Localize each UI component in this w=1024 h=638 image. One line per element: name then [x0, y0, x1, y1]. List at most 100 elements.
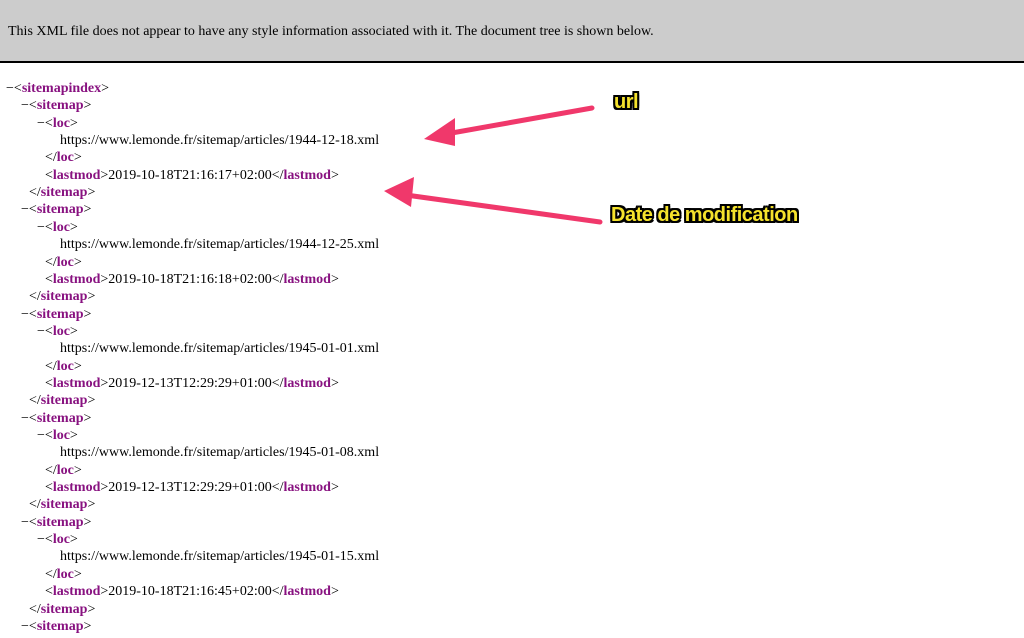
lastmod-end-tag-name: lastmod	[283, 271, 331, 287]
loc-open-bracket: </	[45, 150, 57, 166]
date-arrow	[384, 177, 603, 225]
loc-url-text: https://www.lemonde.fr/sitemap/articles/…	[60, 549, 380, 565]
lastmod-tag-name: lastmod	[52, 584, 101, 600]
lastmod-end-tag-name: lastmod	[283, 375, 331, 391]
sitemap-collapse-toggle[interactable]: −	[21, 307, 29, 322]
sitemap-tag-name: sitemap	[36, 202, 84, 218]
loc-collapse-toggle[interactable]: −	[37, 532, 45, 547]
loc-tag-name: loc	[52, 115, 70, 131]
root-close-bracket: >	[101, 81, 110, 96]
loc-open-line: −<loc>	[37, 115, 78, 132]
loc-url-text: https://www.lemonde.fr/sitemap/articles/…	[60, 133, 380, 149]
lastmod-end-open-bracket: </	[271, 271, 284, 287]
sitemap-tag-name: sitemap	[40, 289, 88, 305]
root-open-bracket: <	[13, 81, 22, 96]
lastmod-open-bracket: <	[45, 167, 53, 183]
loc-value-line: https://www.lemonde.fr/sitemap/articles/…	[60, 340, 379, 357]
sitemap-collapse-toggle[interactable]: −	[21, 515, 29, 530]
loc-close-bracket: >	[73, 150, 82, 166]
lastmod-line: <lastmod>2019-10-18T21:16:18+02:00</last…	[45, 271, 339, 288]
sitemap-close-bracket: >	[83, 514, 92, 530]
loc-open-bracket: <	[44, 115, 53, 131]
sitemap-open-bracket: <	[28, 618, 37, 634]
url-arrow	[424, 105, 595, 146]
url-annotation-label: url	[614, 91, 639, 113]
loc-open-line: −<loc>	[37, 427, 78, 444]
lastmod-end-tag-name: lastmod	[283, 167, 331, 183]
loc-url-text: https://www.lemonde.fr/sitemap/articles/…	[60, 445, 380, 461]
sitemap-open-bracket: <	[28, 306, 37, 322]
loc-collapse-toggle[interactable]: −	[37, 116, 45, 131]
sitemap-close-bracket: >	[83, 306, 92, 322]
sitemap-open-line: −<sitemap>	[21, 410, 91, 427]
sitemap-close-bracket: >	[83, 410, 92, 426]
sitemap-collapse-toggle[interactable]: −	[21, 411, 29, 426]
lastmod-end-open-bracket: </	[271, 375, 284, 391]
sitemap-tag-name: sitemap	[36, 98, 84, 114]
loc-open-bracket: </	[45, 566, 57, 582]
lastmod-end-tag-name: lastmod	[283, 480, 331, 496]
loc-close-line: </loc>	[45, 358, 82, 375]
sitemap-close-line: </sitemap>	[29, 496, 95, 513]
root-collapse-toggle[interactable]: −	[6, 81, 14, 96]
loc-value-line: https://www.lemonde.fr/sitemap/articles/…	[60, 444, 379, 461]
loc-tag-name: loc	[56, 358, 74, 374]
lastmod-end-open-bracket: </	[271, 480, 284, 496]
sitemap-close-bracket: >	[83, 98, 92, 114]
sitemap-collapse-toggle[interactable]: −	[21, 202, 29, 217]
lastmod-line: <lastmod>2019-12-13T12:29:29+01:00</last…	[45, 375, 339, 392]
xml-info-bar: This XML file does not appear to have an…	[0, 0, 1024, 63]
sitemap-collapse-toggle[interactable]: −	[21, 619, 29, 634]
loc-close-bracket: >	[73, 462, 82, 478]
lastmod-value-text: 2019-10-18T21:16:17+02:00	[108, 167, 272, 183]
loc-tag-name: loc	[56, 150, 74, 166]
lastmod-end-tag-name: lastmod	[283, 584, 331, 600]
loc-open-bracket: <	[44, 428, 53, 443]
xml-info-message: This XML file does not appear to have an…	[8, 24, 654, 39]
sitemap-close-line: </sitemap>	[29, 184, 95, 201]
lastmod-end-open-bracket: </	[271, 167, 284, 183]
lastmod-value-text: 2019-12-13T12:29:29+01:00	[108, 480, 272, 496]
sitemap-close-bracket: >	[83, 202, 92, 218]
loc-tag-name: loc	[52, 219, 70, 235]
loc-tag-name: loc	[56, 566, 74, 582]
sitemap-open-line: −<sitemap>	[21, 97, 91, 114]
sitemap-tag-name: sitemap	[40, 497, 88, 513]
lastmod-line: <lastmod>2019-12-13T12:29:29+01:00</last…	[45, 479, 339, 496]
loc-open-line: −<loc>	[37, 323, 78, 340]
sitemap-tag-name: sitemap	[40, 185, 88, 201]
loc-open-bracket: </	[45, 254, 57, 270]
loc-collapse-toggle[interactable]: −	[37, 324, 45, 339]
loc-tag-name: loc	[52, 323, 70, 339]
lastmod-value-text: 2019-10-18T21:16:18+02:00	[108, 271, 272, 287]
loc-collapse-toggle[interactable]: −	[37, 220, 45, 235]
loc-tag-name: loc	[52, 532, 70, 548]
sitemap-open-bracket: <	[28, 514, 37, 530]
lastmod-end-close-bracket: >	[330, 167, 339, 183]
sitemap-close-bracket: >	[87, 601, 96, 617]
lastmod-open-bracket: <	[45, 584, 53, 600]
sitemap-open-bracket: </	[29, 393, 41, 409]
loc-close-bracket: >	[69, 219, 78, 235]
sitemap-close-line: </sitemap>	[29, 601, 95, 618]
loc-open-line: −<loc>	[37, 219, 78, 236]
lastmod-end-open-bracket: </	[271, 584, 284, 600]
sitemap-close-line: </sitemap>	[29, 392, 95, 409]
lastmod-tag-name: lastmod	[52, 480, 101, 496]
loc-value-line: https://www.lemonde.fr/sitemap/articles/…	[60, 132, 379, 149]
lastmod-tag-name: lastmod	[52, 375, 101, 391]
sitemap-tag-name: sitemap	[36, 410, 84, 426]
loc-open-bracket: <	[44, 323, 53, 339]
sitemap-open-bracket: </	[29, 185, 41, 201]
sitemap-collapse-toggle[interactable]: −	[21, 98, 29, 113]
loc-close-line: </loc>	[45, 462, 82, 479]
loc-close-line: </loc>	[45, 149, 82, 166]
sitemap-tag-name: sitemap	[36, 306, 84, 322]
sitemap-close-bracket: >	[87, 497, 96, 513]
loc-close-bracket: >	[73, 566, 82, 582]
lastmod-end-close-bracket: >	[330, 375, 339, 391]
sitemap-open-bracket: </	[29, 497, 41, 513]
lastmod-value-text: 2019-12-13T12:29:29+01:00	[108, 375, 272, 391]
sitemap-open-bracket: <	[28, 98, 37, 114]
loc-collapse-toggle[interactable]: −	[37, 428, 45, 443]
